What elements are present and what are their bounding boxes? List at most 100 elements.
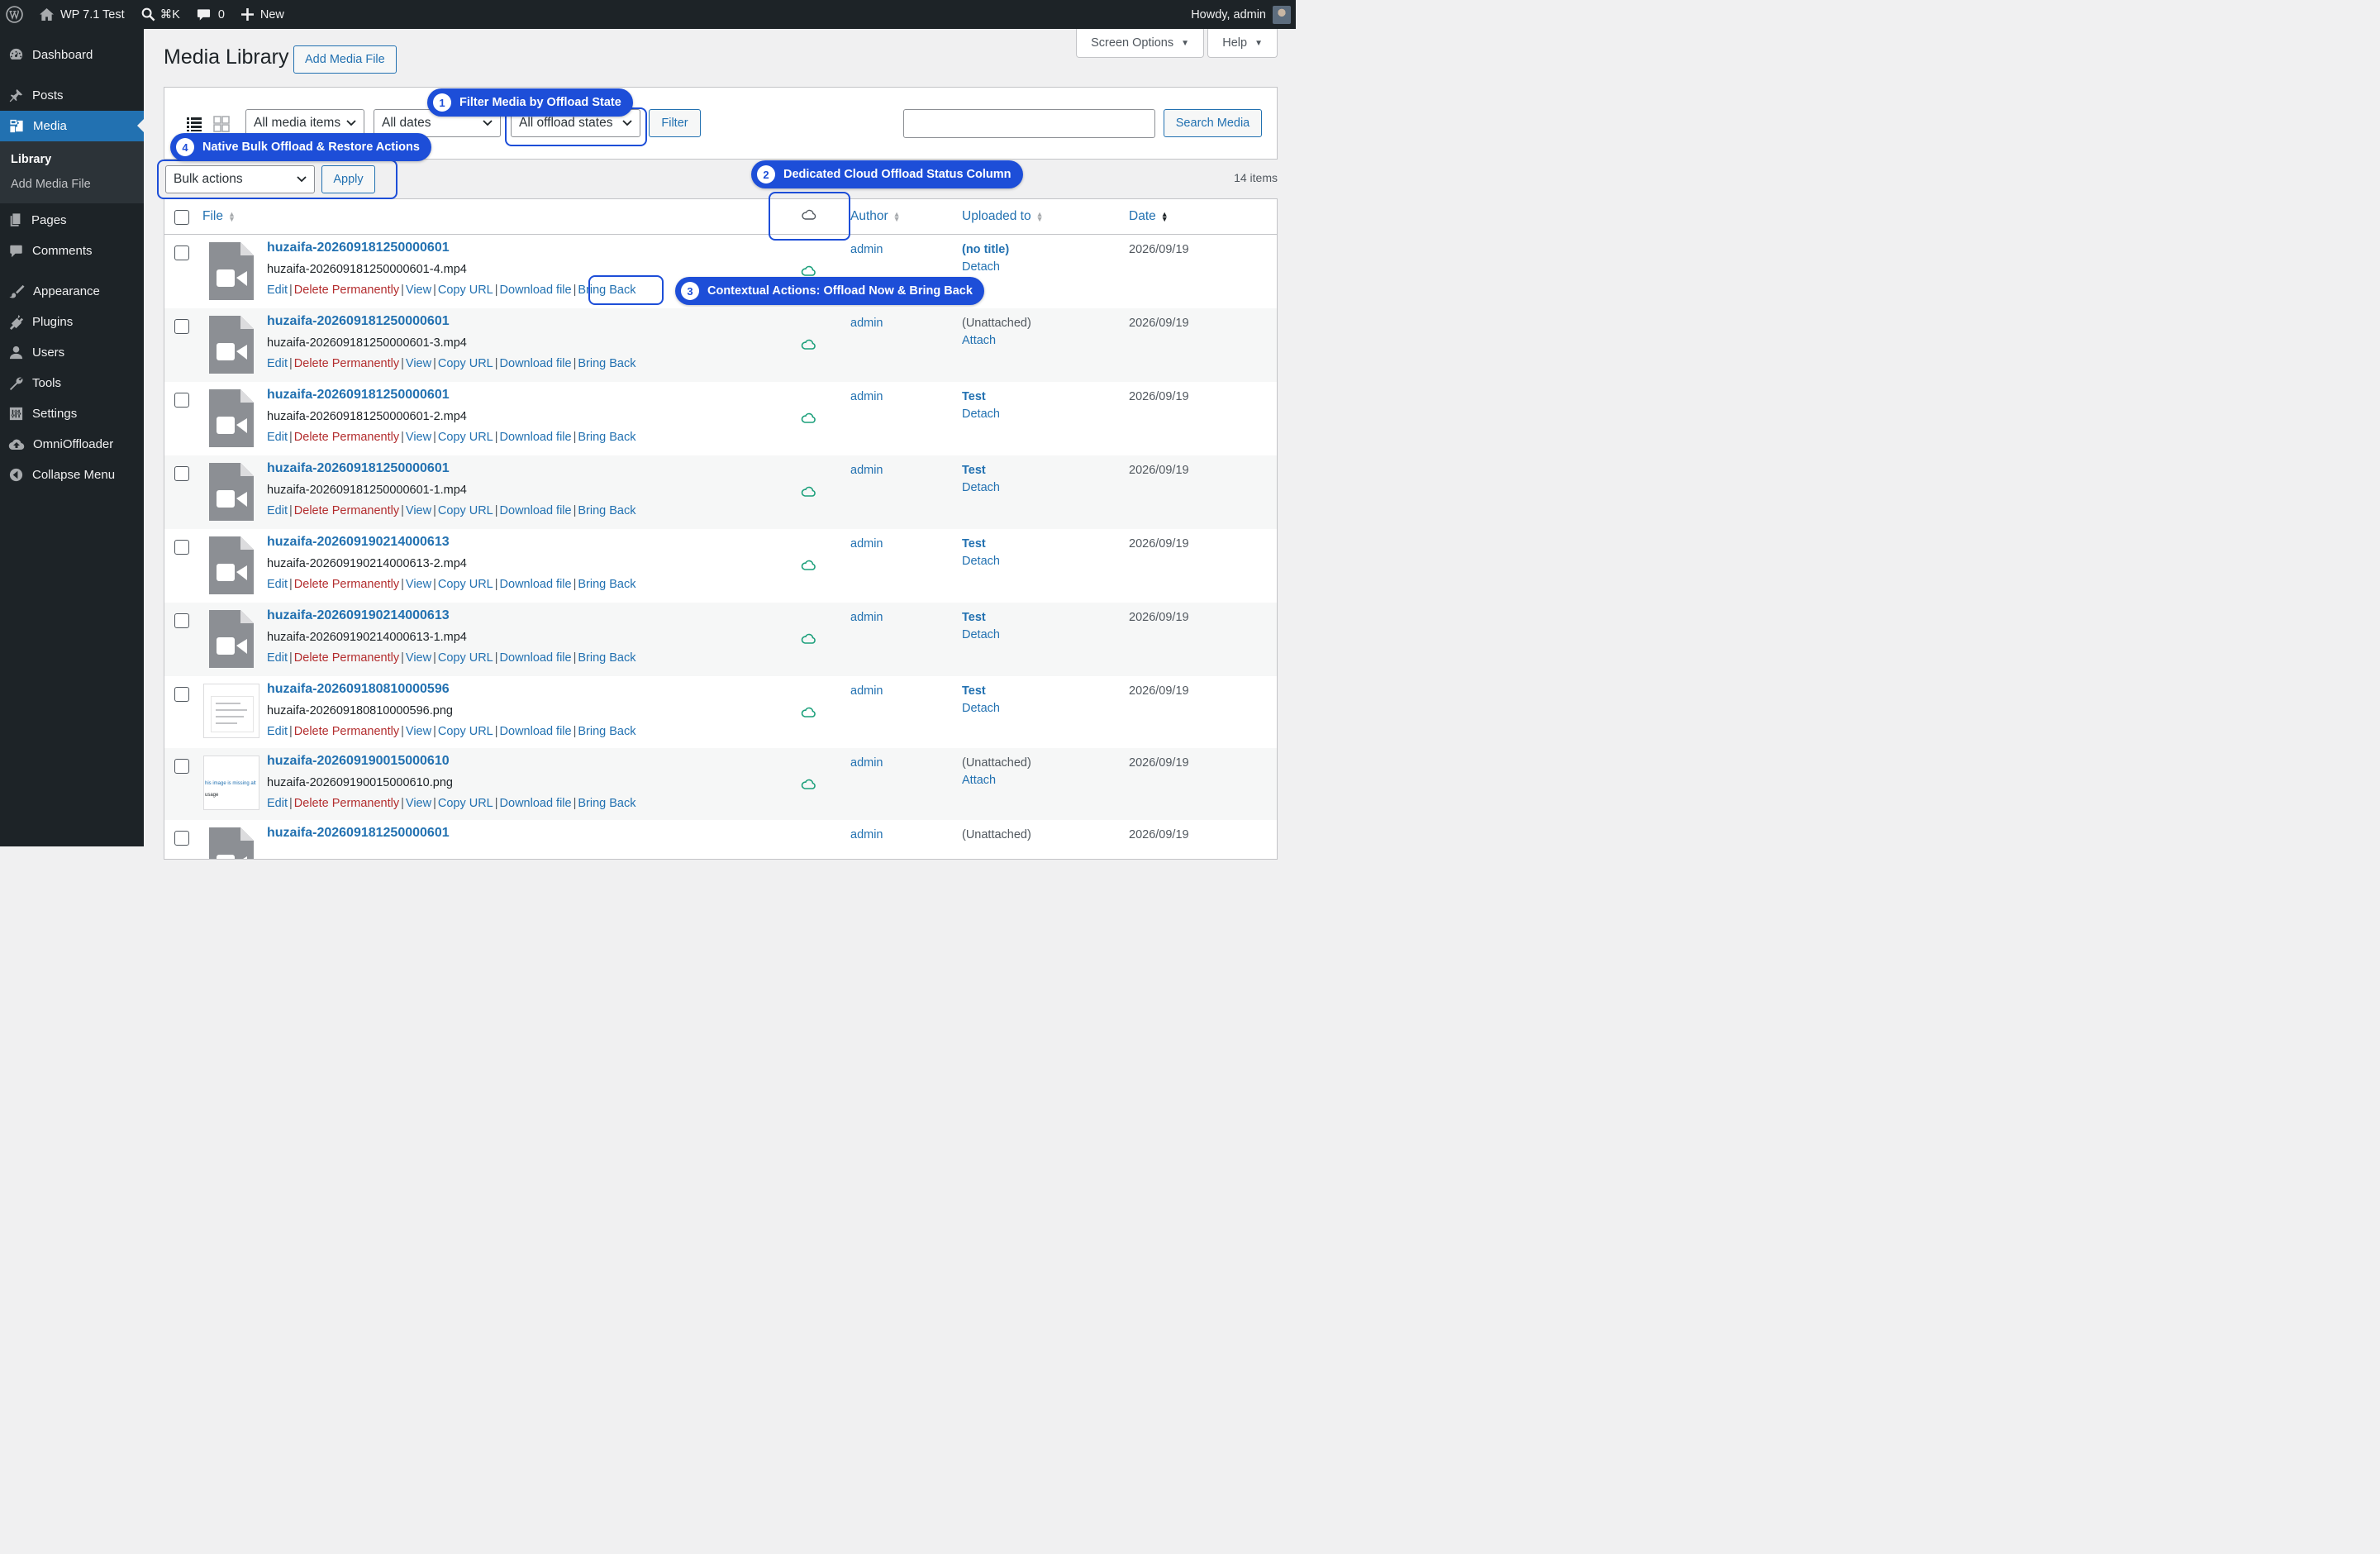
image-thumbnail[interactable]: his image is missing alt usage	[203, 756, 259, 810]
video-file-icon[interactable]	[209, 242, 254, 300]
download-file-link[interactable]: Download file	[500, 797, 572, 810]
edit-link[interactable]: Edit	[267, 504, 288, 517]
view-link[interactable]: View	[406, 725, 431, 738]
copy-url-link[interactable]: Copy URL	[438, 578, 493, 591]
bring-back-link[interactable]: Bring Back	[578, 651, 635, 665]
site-name-link[interactable]: WP 7.1 Test	[31, 0, 133, 29]
author-link[interactable]: admin	[850, 828, 883, 841]
row-checkbox[interactable]	[174, 393, 189, 408]
row-checkbox[interactable]	[174, 245, 189, 260]
uploaded-to-value[interactable]: Test	[962, 611, 986, 624]
edit-link[interactable]: Edit	[267, 357, 288, 370]
uploaded-to-value[interactable]: Test	[962, 464, 986, 477]
author-link[interactable]: admin	[850, 317, 883, 330]
edit-link[interactable]: Edit	[267, 284, 288, 297]
file-title-link[interactable]: huzaifa-202609181250000601	[267, 314, 450, 329]
sidebar-item-media[interactable]: Media	[0, 111, 144, 141]
download-file-link[interactable]: Download file	[500, 725, 572, 738]
file-title-link[interactable]: huzaifa-202609190214000613	[267, 608, 450, 623]
view-link[interactable]: View	[406, 284, 431, 297]
download-file-link[interactable]: Download file	[500, 651, 572, 665]
sidebar-item-users[interactable]: Users	[0, 337, 144, 368]
download-file-link[interactable]: Download file	[500, 357, 572, 370]
author-link[interactable]: admin	[850, 756, 883, 770]
author-link[interactable]: admin	[850, 684, 883, 698]
video-file-icon[interactable]	[209, 536, 254, 594]
bring-back-link[interactable]: Bring Back	[578, 725, 635, 738]
edit-link[interactable]: Edit	[267, 431, 288, 444]
sidebar-item-dashboard[interactable]: Dashboard	[0, 40, 144, 70]
my-account[interactable]: Howdy, admin	[1191, 0, 1291, 29]
delete-permanently-link[interactable]: Delete Permanently	[294, 284, 399, 297]
view-link[interactable]: View	[406, 504, 431, 517]
sidebar-item-omnioffloader[interactable]: OmniOffloader	[0, 429, 144, 460]
row-checkbox[interactable]	[174, 319, 189, 334]
uploaded-to-value[interactable]: Test	[962, 390, 986, 403]
edit-link[interactable]: Edit	[267, 797, 288, 810]
sidebar-item-plugins[interactable]: Plugins	[0, 307, 144, 337]
edit-link[interactable]: Edit	[267, 578, 288, 591]
bring-back-link[interactable]: Bring Back	[578, 797, 635, 810]
file-title-link[interactable]: huzaifa-202609180810000596	[267, 682, 450, 697]
uploaded-to-value[interactable]: Test	[962, 537, 986, 551]
file-title-link[interactable]: huzaifa-202609190015000610	[267, 754, 450, 769]
image-thumbnail[interactable]	[203, 684, 259, 738]
copy-url-link[interactable]: Copy URL	[438, 797, 493, 810]
search-media-button[interactable]: Search Media	[1164, 109, 1262, 137]
edit-link[interactable]: Edit	[267, 651, 288, 665]
copy-url-link[interactable]: Copy URL	[438, 284, 493, 297]
view-link[interactable]: View	[406, 357, 431, 370]
file-title-link[interactable]: huzaifa-202609190214000613	[267, 535, 450, 550]
detach-link[interactable]: Detach	[962, 408, 1000, 421]
attach-link[interactable]: Attach	[962, 774, 996, 787]
file-title-link[interactable]: huzaifa-202609181250000601	[267, 388, 450, 403]
download-file-link[interactable]: Download file	[500, 578, 572, 591]
row-checkbox[interactable]	[174, 759, 189, 774]
column-file[interactable]: File ▲ ▼	[202, 209, 236, 224]
download-file-link[interactable]: Download file	[500, 504, 572, 517]
author-link[interactable]: admin	[850, 464, 883, 477]
wordpress-logo-icon[interactable]	[0, 0, 31, 29]
row-checkbox[interactable]	[174, 466, 189, 481]
uploaded-to-value[interactable]: (no title)	[962, 243, 1009, 256]
detach-link[interactable]: Detach	[962, 481, 1000, 494]
author-link[interactable]: admin	[850, 611, 883, 624]
view-link[interactable]: View	[406, 431, 431, 444]
author-link[interactable]: admin	[850, 390, 883, 403]
delete-permanently-link[interactable]: Delete Permanently	[294, 797, 399, 810]
collapse-menu-button[interactable]: Collapse Menu	[0, 460, 144, 490]
add-media-file-button[interactable]: Add Media File	[293, 45, 397, 74]
video-file-icon[interactable]	[209, 610, 254, 668]
sidebar-item-tools[interactable]: Tools	[0, 368, 144, 398]
edit-link[interactable]: Edit	[267, 725, 288, 738]
delete-permanently-link[interactable]: Delete Permanently	[294, 357, 399, 370]
select-all-checkbox[interactable]	[174, 210, 189, 225]
sidebar-item-settings[interactable]: Settings	[0, 398, 144, 429]
row-checkbox[interactable]	[174, 831, 189, 846]
author-link[interactable]: admin	[850, 537, 883, 551]
filter-button[interactable]: Filter	[649, 109, 701, 137]
row-checkbox[interactable]	[174, 687, 189, 702]
copy-url-link[interactable]: Copy URL	[438, 651, 493, 665]
uploaded-to-value[interactable]: Test	[962, 684, 986, 698]
submenu-item-add-media[interactable]: Add Media File	[0, 172, 144, 197]
copy-url-link[interactable]: Copy URL	[438, 431, 493, 444]
column-date[interactable]: Date ▲ ▼	[1129, 209, 1169, 224]
file-title-link[interactable]: huzaifa-202609181250000601	[267, 826, 450, 841]
delete-permanently-link[interactable]: Delete Permanently	[294, 651, 399, 665]
file-title-link[interactable]: huzaifa-20260918125000060​1	[267, 241, 450, 255]
new-content-link[interactable]: New	[233, 0, 293, 29]
bring-back-link[interactable]: Bring Back	[578, 431, 635, 444]
author-link[interactable]: admin	[850, 243, 883, 256]
copy-url-link[interactable]: Copy URL	[438, 504, 493, 517]
view-link[interactable]: View	[406, 578, 431, 591]
file-title-link[interactable]: huzaifa-202609181250000601	[267, 461, 450, 476]
column-uploaded-to[interactable]: Uploaded to ▲ ▼	[962, 209, 1044, 224]
column-author[interactable]: Author ▲ ▼	[850, 209, 901, 224]
detach-link[interactable]: Detach	[962, 260, 1000, 274]
search-input[interactable]	[903, 109, 1155, 138]
view-link[interactable]: View	[406, 651, 431, 665]
sidebar-item-comments[interactable]: Comments	[0, 236, 144, 266]
list-view-icon[interactable]	[186, 116, 202, 132]
row-checkbox[interactable]	[174, 540, 189, 555]
